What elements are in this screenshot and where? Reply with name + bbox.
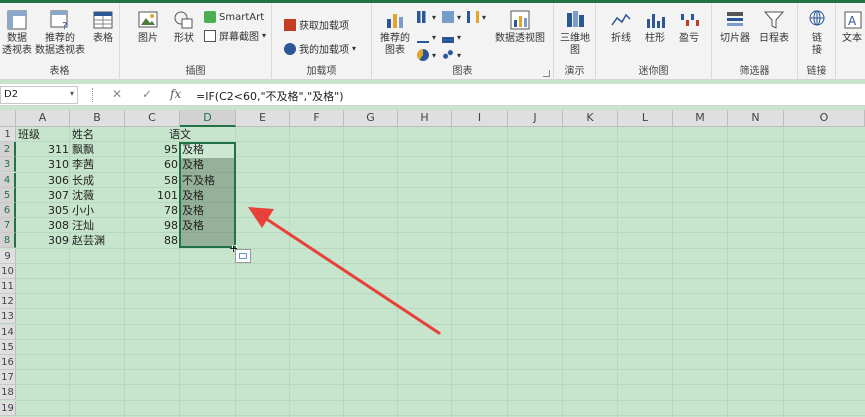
- annotation-arrow: [248, 207, 441, 335]
